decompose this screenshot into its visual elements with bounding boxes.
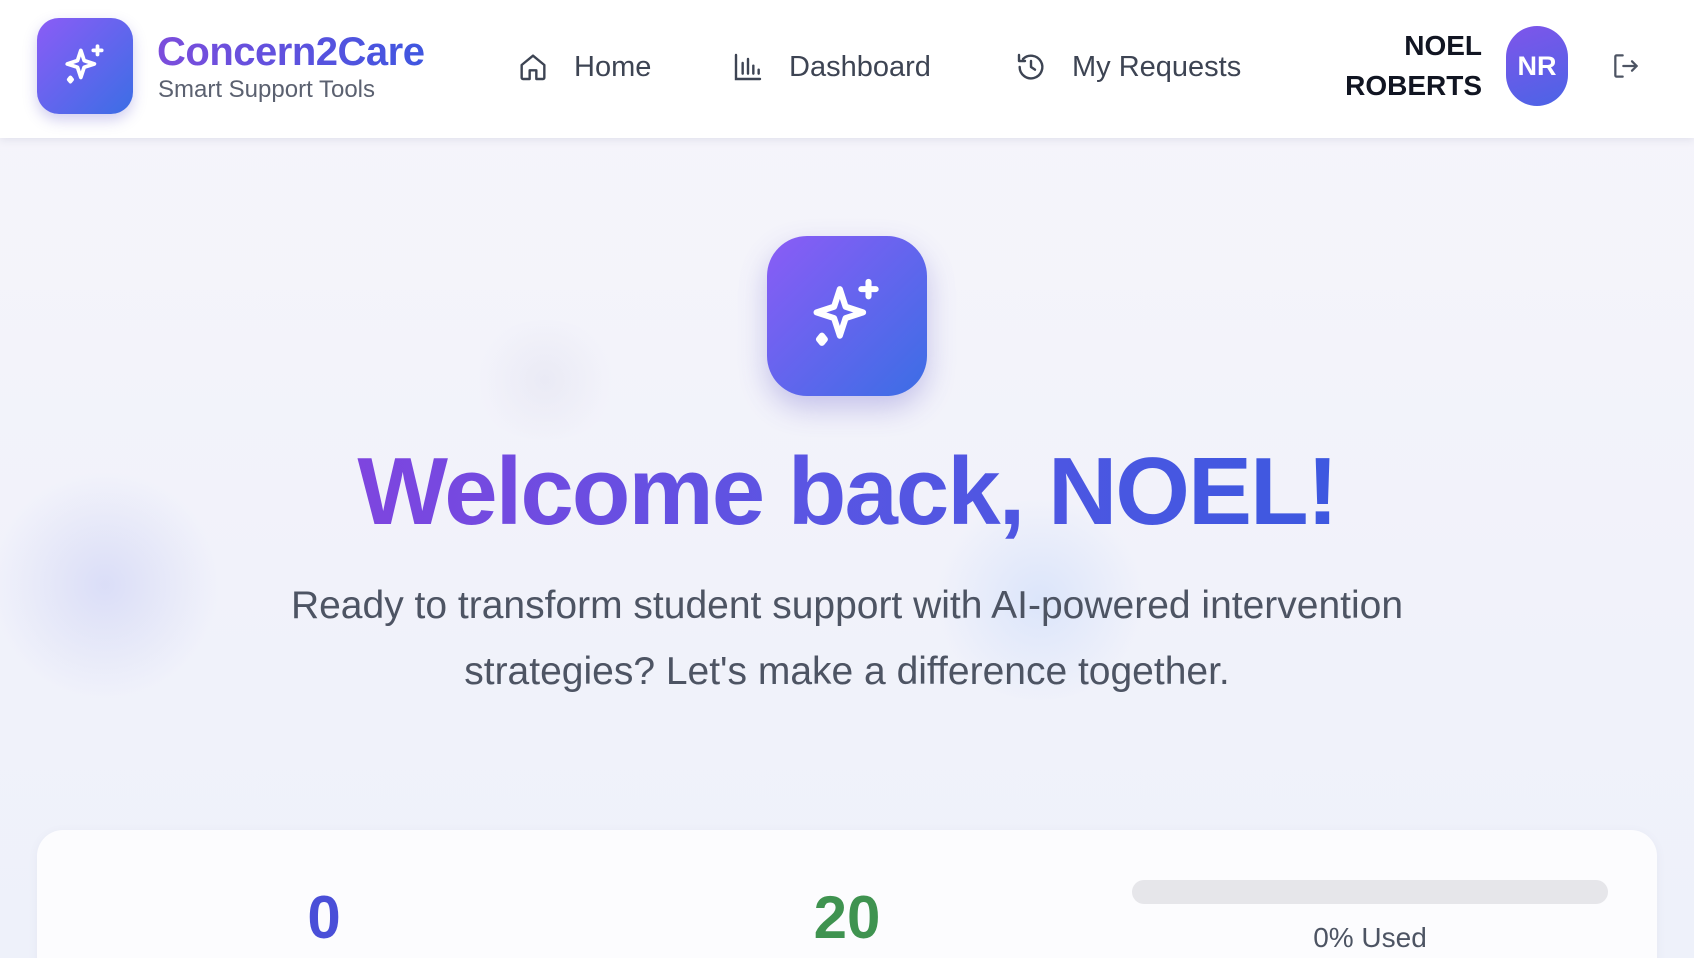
brand-logo[interactable] [37,18,133,114]
welcome-subtitle: Ready to transform student support with … [290,584,1404,693]
home-icon [516,50,550,84]
nav-home-label: Home [574,50,652,83]
brand-title[interactable]: Concern2Care [157,30,425,75]
sparkles-icon [65,44,104,84]
brand-subtitle: Smart Support Tools [158,76,375,103]
welcome-heading-text: Welcome back, NOEL! [357,438,1338,545]
user-first-name: NOEL [1404,30,1482,61]
logout-button[interactable] [1606,46,1646,86]
user-last-name: ROBERTS [1345,70,1482,101]
history-icon [1014,50,1048,84]
user-name: NOEL ROBERTS [1300,26,1482,106]
nav-my-requests-label: My Requests [1072,50,1242,83]
nav-home-link[interactable]: Home [516,42,651,92]
logout-icon [1614,54,1638,78]
usage-progress-label: 0% Used [1313,922,1427,953]
page: Concern2Care Smart Support Tools Home Da… [0,0,1694,958]
requests-used-value: 0 [307,884,341,951]
hero-logo [767,236,927,396]
requests-remaining-value: 20 [813,884,881,951]
bar-chart-icon [731,50,765,84]
top-navbar: Concern2Care Smart Support Tools Home Da… [0,0,1694,138]
background-glow [470,320,620,440]
sparkles-icon [813,278,879,346]
nav-dashboard-label: Dashboard [789,50,931,83]
nav-dashboard-link[interactable]: Dashboard [731,42,931,92]
usage-progress-bar [1132,880,1608,904]
avatar[interactable]: NR [1506,26,1568,106]
welcome-heading: Welcome back, NOEL! [0,432,1694,552]
nav-my-requests-link[interactable]: My Requests [1014,42,1241,92]
